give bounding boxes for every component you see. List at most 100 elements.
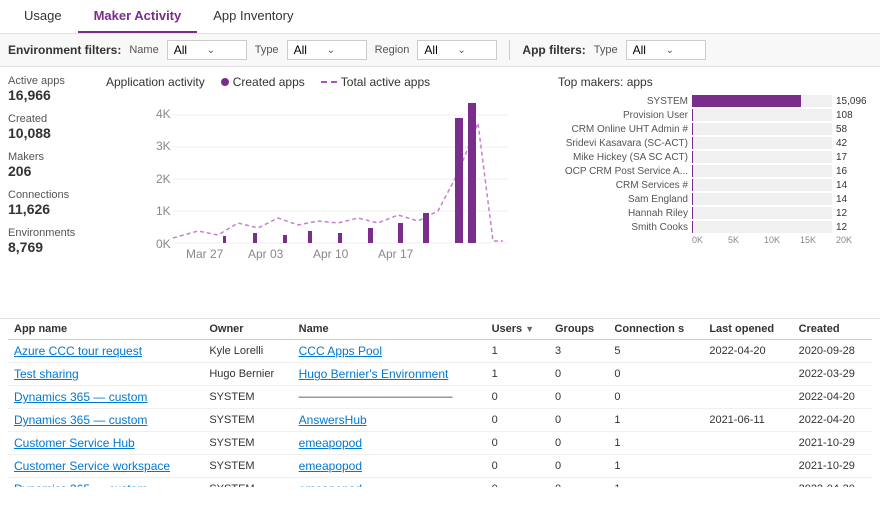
svg-text:Apr 17: Apr 17 (378, 247, 414, 261)
cell-owner: Kyle Lorelli (203, 340, 292, 363)
maker-bar-wrap (692, 151, 832, 163)
cell-last-opened (703, 432, 792, 455)
svg-text:3K: 3K (156, 139, 171, 153)
col-app-name: App name (8, 319, 203, 340)
cell-created: 2021-10-29 (793, 455, 872, 478)
maker-name: CRM Online UHT Admin # (558, 124, 688, 135)
cell-groups: 0 (549, 363, 608, 386)
app-name-link[interactable]: Customer Service workspace (14, 459, 170, 473)
maker-row: CRM Online UHT Admin # 58 (558, 123, 872, 135)
maker-value: 12 (836, 222, 872, 233)
svg-text:4K: 4K (156, 107, 171, 121)
maker-row: Provision User 108 (558, 109, 872, 121)
col-last-opened: Last opened (703, 319, 792, 340)
cell-created: 2022-03-29 (793, 363, 872, 386)
name-filter-select[interactable]: All ⌄ (167, 40, 247, 60)
table-row: Customer Service workspaceSYSTEMemeapopo… (8, 455, 872, 478)
maker-bar (692, 221, 693, 233)
maker-value: 15,096 (836, 96, 872, 107)
app-name-link[interactable]: Customer Service Hub (14, 436, 135, 450)
stat-environments-label: Environments (8, 227, 98, 239)
app-name-link[interactable]: Azure CCC tour request (14, 344, 142, 358)
chart-title: Application activity Created apps Total … (106, 75, 550, 89)
cell-connections: 0 (608, 363, 703, 386)
table-section: App name Owner Name Users ▼ Groups Conne… (0, 318, 880, 487)
makers-list: SYSTEM 15,096 Provision User 108 CRM Onl… (558, 95, 872, 233)
filter-divider (509, 40, 510, 60)
legend-created: Created apps (221, 75, 305, 89)
name-link[interactable]: emeapopod (299, 459, 362, 473)
app-type-filter-value: All (633, 43, 666, 57)
cell-name: AnswersHub (293, 409, 486, 432)
type-filter-select[interactable]: All ⌄ (287, 40, 367, 60)
maker-row: Mike Hickey (SA SC ACT) 17 (558, 151, 872, 163)
maker-row: SYSTEM 15,096 (558, 95, 872, 107)
cell-app-name: Dynamics 365 — custom (8, 386, 203, 409)
cell-users: 0 (486, 455, 549, 478)
stat-connections: Connections 11,626 (8, 189, 98, 217)
maker-row: Sam England 14 (558, 193, 872, 205)
users-sort-icon[interactable]: ▼ (525, 324, 534, 334)
cell-last-opened (703, 386, 792, 409)
tabs-bar: Usage Maker Activity App Inventory (0, 0, 880, 34)
table-body: Azure CCC tour request Kyle Lorelli CCC Ap… (8, 340, 872, 487)
stat-connections-value: 11,626 (8, 201, 98, 217)
app-type-filter-group: Type (594, 44, 618, 56)
type-filter-group: Type (255, 44, 279, 56)
stat-environments-value: 8,769 (8, 239, 98, 255)
app-name-link[interactable]: Dynamics 365 — custom (14, 413, 147, 427)
cell-connections: 1 (608, 409, 703, 432)
maker-value: 42 (836, 138, 872, 149)
app-type-filter-select[interactable]: All ⌄ (626, 40, 706, 60)
cell-last-opened (703, 455, 792, 478)
name-link[interactable]: emeapopod (299, 436, 362, 450)
cell-last-opened: 2021-06-11 (703, 409, 792, 432)
maker-value: 14 (836, 194, 872, 205)
cell-app-name: Customer Service Hub (8, 432, 203, 455)
maker-bar-wrap (692, 95, 832, 107)
stat-makers-value: 206 (8, 163, 98, 179)
cell-connections: 1 (608, 455, 703, 478)
maker-bar (692, 207, 693, 219)
cell-users: 0 (486, 386, 549, 409)
cell-created: 2022-04-20 (793, 409, 872, 432)
region-filter-select[interactable]: All ⌄ (417, 40, 497, 60)
cell-last-opened (703, 478, 792, 487)
cell-groups: 0 (549, 432, 608, 455)
col-groups: Groups (549, 319, 608, 340)
app-filters-label: App filters: (522, 43, 585, 57)
legend-total-dash (321, 81, 337, 83)
app-name-link[interactable]: Dynamics 365 — custom (14, 482, 147, 487)
name-filter-value: All (174, 43, 207, 57)
col-connections: Connection s (608, 319, 703, 340)
cell-name: Hugo Bernier's Environment (293, 363, 486, 386)
maker-name: SYSTEM (558, 96, 688, 107)
stats-panel: Active apps 16,966 Created 10,088 Makers… (8, 75, 98, 310)
cell-name: emeapopod (293, 478, 486, 487)
name-link[interactable]: emeapopod (299, 482, 362, 487)
cell-groups: 0 (549, 478, 608, 487)
maker-bar-wrap (692, 165, 832, 177)
region-filter-group: Region (375, 44, 410, 56)
maker-value: 108 (836, 110, 872, 121)
name-link[interactable]: Hugo Bernier's Environment (299, 367, 449, 381)
tab-usage[interactable]: Usage (8, 0, 78, 33)
maker-row: Hannah Riley 12 (558, 207, 872, 219)
app-name-link[interactable]: Test sharing (14, 367, 79, 381)
cell-app-name: Azure CCC tour request (8, 340, 203, 363)
table-row: Dynamics 365 — customSYSTEM—————————————… (8, 386, 872, 409)
maker-bar-wrap (692, 123, 832, 135)
name-link[interactable]: AnswersHub (299, 413, 367, 427)
stat-makers: Makers 206 (8, 151, 98, 179)
app-name-link[interactable]: Dynamics 365 — custom (14, 390, 147, 404)
name-link[interactable]: CCC Apps Pool (299, 344, 382, 358)
cell-app-name: Dynamics 365 — custom (8, 409, 203, 432)
tab-app-inventory[interactable]: App Inventory (197, 0, 309, 33)
maker-bar (692, 109, 693, 121)
cell-last-opened: 2022-04-20 (703, 340, 792, 363)
tab-maker-activity[interactable]: Maker Activity (78, 0, 198, 33)
maker-value: 17 (836, 152, 872, 163)
cell-users: 1 (486, 340, 549, 363)
svg-text:Apr 10: Apr 10 (313, 247, 349, 261)
stat-active-apps-value: 16,966 (8, 87, 98, 103)
